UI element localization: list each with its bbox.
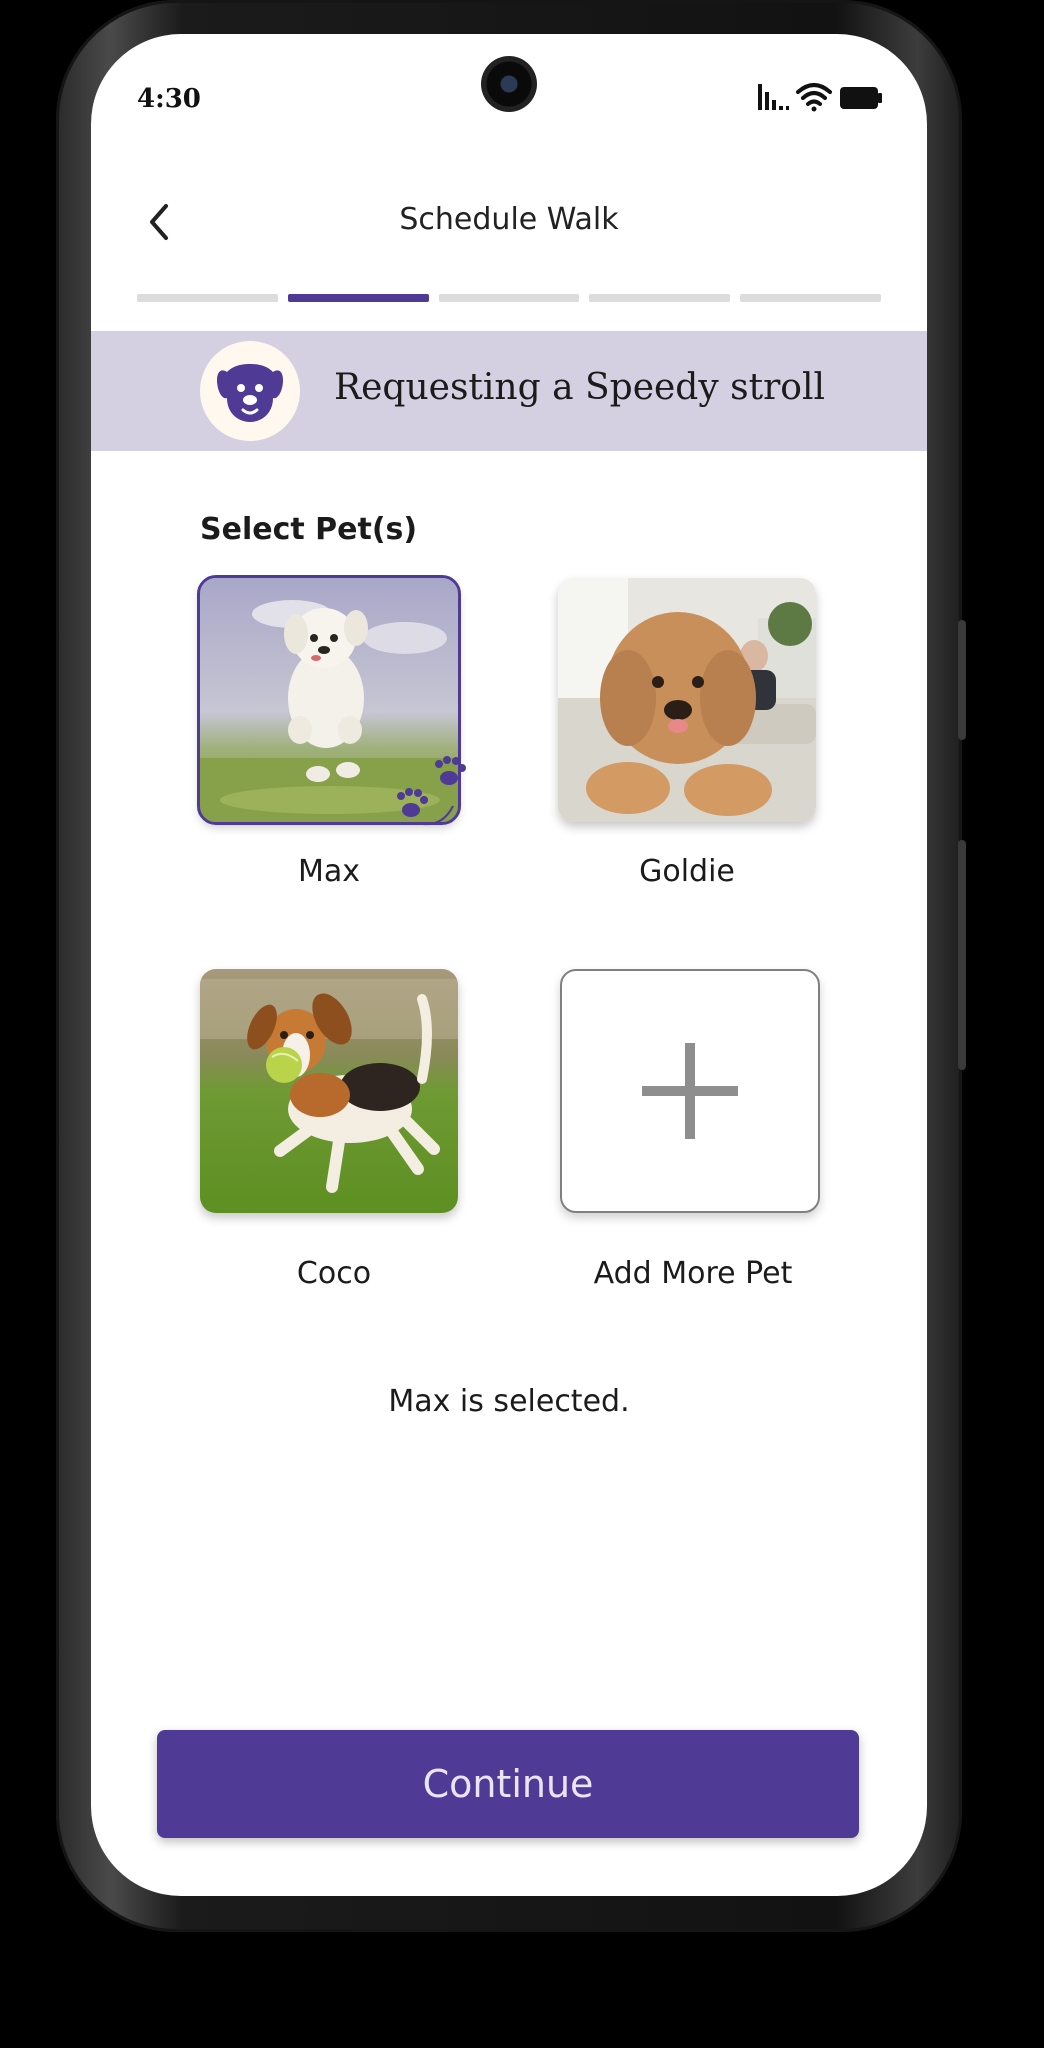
selection-message: Max is selected.	[388, 1384, 630, 1419]
add-pet-label: Add More Pet	[593, 1256, 793, 1291]
back-button[interactable]	[131, 194, 187, 250]
page-title: Schedule Walk	[399, 202, 619, 237]
walk-type-banner: Requesting a Speedy stroll	[91, 331, 927, 451]
pet-photo-goldie	[558, 578, 816, 822]
plus-icon	[642, 1043, 738, 1139]
pet-photo-coco	[200, 969, 458, 1213]
pet-name-max: Max	[297, 854, 361, 889]
step-progress	[137, 294, 881, 302]
progress-step-1	[137, 294, 278, 302]
chevron-left-icon	[150, 204, 168, 240]
status-icons	[756, 80, 886, 116]
nav-bar: Schedule Walk	[91, 184, 927, 264]
battery-icon	[840, 87, 882, 109]
select-pets-label: Select Pet(s)	[200, 512, 418, 547]
signal-icon	[758, 84, 789, 110]
front-camera	[481, 56, 537, 112]
progress-step-5	[740, 294, 881, 302]
continue-button[interactable]: Continue	[157, 1730, 859, 1838]
dog-face-icon	[217, 364, 283, 422]
status-time: 4:30	[137, 84, 201, 114]
pet-name-goldie: Goldie	[639, 854, 735, 889]
pet-name-coco: Coco	[296, 1256, 372, 1291]
power-button	[958, 840, 966, 1070]
pet-card-goldie[interactable]	[558, 578, 816, 822]
progress-step-3	[438, 294, 580, 302]
add-pet-button[interactable]	[560, 969, 820, 1213]
wifi-icon	[796, 83, 832, 112]
banner-avatar	[200, 341, 300, 441]
pet-card-coco[interactable]	[200, 969, 458, 1213]
phone-screen: 4:30 Schedule Walk Requesting a Speedy s…	[91, 34, 927, 1896]
progress-step-2	[287, 294, 429, 302]
banner-title: Requesting a Speedy stroll	[334, 367, 825, 408]
selected-paw-icon	[397, 756, 466, 826]
progress-step-4	[589, 294, 731, 302]
status-bar: 4:30	[91, 34, 927, 164]
volume-button	[958, 620, 966, 740]
